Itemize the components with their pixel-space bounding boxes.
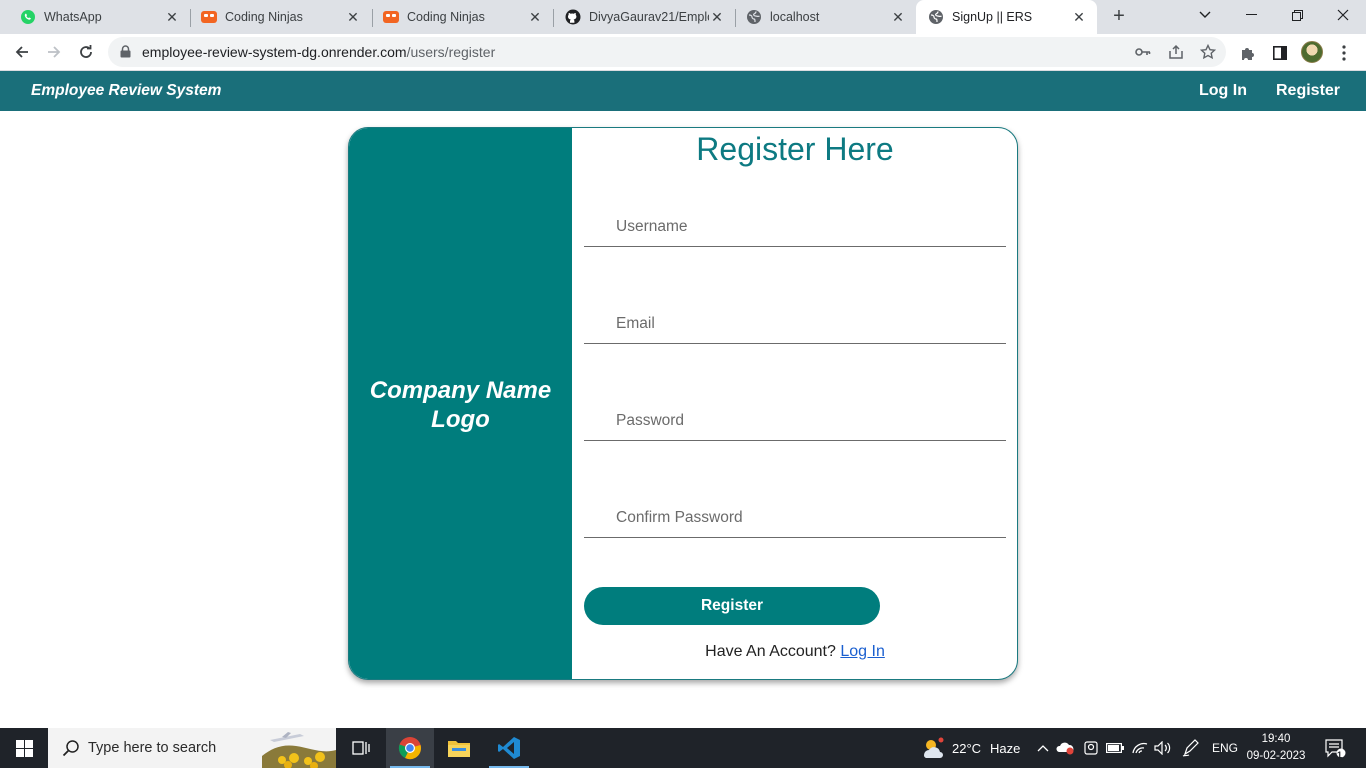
url-path: /users/register bbox=[406, 44, 496, 60]
tab-localhost[interactable]: localhost ✕ bbox=[726, 0, 916, 34]
vscode-taskbar-icon[interactable] bbox=[485, 728, 533, 768]
profile-avatar[interactable] bbox=[1301, 41, 1323, 63]
battery-icon[interactable] bbox=[1105, 738, 1125, 758]
close-icon[interactable]: ✕ bbox=[890, 9, 906, 25]
email-field-wrapper bbox=[584, 304, 1006, 344]
close-icon[interactable]: ✕ bbox=[164, 9, 180, 25]
windows-taskbar: Type here to search 22°C Haze ENG 19:40 … bbox=[0, 728, 1366, 770]
tab-whatsapp[interactable]: WhatsApp ✕ bbox=[0, 0, 190, 34]
have-account-row: Have An Account? Log In bbox=[572, 643, 1017, 661]
search-icon bbox=[62, 739, 80, 762]
login-link[interactable]: Log In bbox=[840, 643, 884, 660]
brand-title[interactable]: Employee Review System bbox=[31, 82, 221, 100]
close-icon[interactable]: ✕ bbox=[709, 9, 725, 25]
back-arrow-icon[interactable] bbox=[8, 38, 36, 66]
register-card: Company Name Logo Register Here Register… bbox=[348, 127, 1018, 680]
app-navbar: Employee Review System Log In Register bbox=[0, 71, 1366, 111]
confirm-password-field-wrapper bbox=[584, 498, 1006, 538]
nav-login-link[interactable]: Log In bbox=[1199, 82, 1247, 100]
weather-temperature[interactable]: 22°C bbox=[952, 741, 981, 756]
register-submit-button[interactable]: Register bbox=[584, 587, 880, 625]
close-icon[interactable]: ✕ bbox=[1071, 9, 1087, 25]
tab-title: localhost bbox=[770, 10, 820, 24]
logo-line-2: Logo bbox=[431, 405, 490, 433]
onedrive-error-icon[interactable] bbox=[1056, 738, 1076, 758]
tab-title: Coding Ninjas bbox=[407, 10, 485, 24]
company-logo-panel: Company Name Logo bbox=[349, 128, 572, 679]
show-hidden-icons-chevron-icon[interactable] bbox=[1033, 738, 1053, 758]
windows-start-icon[interactable] bbox=[0, 728, 48, 768]
tab-signup-active[interactable]: SignUp || ERS ✕ bbox=[916, 0, 1097, 34]
restore-icon[interactable] bbox=[1274, 0, 1320, 30]
system-clock[interactable]: 19:40 09-02-2023 bbox=[1240, 731, 1312, 765]
url-host: employee-review-system-dg.onrender.com bbox=[142, 44, 407, 60]
browser-tab-strip: WhatsApp ✕ Coding Ninjas ✕ Coding Ninjas… bbox=[0, 0, 1366, 34]
url-text: employee-review-system-dg.onrender.com/u… bbox=[142, 44, 495, 60]
globe-icon bbox=[928, 9, 944, 25]
notification-count-badge: 1 bbox=[1337, 750, 1343, 760]
address-bar[interactable]: employee-review-system-dg.onrender.com/u… bbox=[108, 37, 1226, 67]
file-explorer-icon[interactable] bbox=[435, 728, 483, 768]
tab-title: SignUp || ERS bbox=[952, 10, 1033, 24]
browser-toolbar: employee-review-system-dg.onrender.com/u… bbox=[0, 34, 1366, 71]
bookmark-star-icon[interactable] bbox=[1199, 43, 1217, 61]
lock-icon[interactable] bbox=[120, 45, 131, 63]
coding-ninjas-icon bbox=[201, 9, 217, 25]
forward-arrow-icon[interactable] bbox=[40, 38, 68, 66]
register-heading: Register Here bbox=[696, 131, 894, 167]
whatsapp-icon bbox=[20, 9, 36, 25]
new-tab-plus-icon[interactable]: + bbox=[1108, 5, 1130, 27]
username-field-wrapper bbox=[584, 207, 1006, 247]
meet-now-icon[interactable] bbox=[1081, 738, 1101, 758]
volume-icon[interactable] bbox=[1153, 738, 1173, 758]
tab-github[interactable]: DivyaGaurav21/Emplo ✕ bbox=[545, 0, 735, 34]
coding-ninjas-icon bbox=[383, 9, 399, 25]
wifi-icon[interactable] bbox=[1130, 738, 1150, 758]
github-icon bbox=[565, 9, 581, 25]
close-icon[interactable]: ✕ bbox=[345, 9, 361, 25]
company-logo-text: Company Name Logo bbox=[361, 376, 561, 434]
password-field-wrapper bbox=[584, 401, 1006, 441]
nav-register-link[interactable]: Register bbox=[1276, 82, 1340, 100]
notification-center-icon[interactable] bbox=[1323, 738, 1347, 758]
weather-description[interactable]: Haze bbox=[990, 741, 1020, 756]
chrome-taskbar-icon[interactable] bbox=[386, 728, 434, 768]
key-icon[interactable] bbox=[1134, 43, 1152, 61]
globe-icon bbox=[746, 9, 762, 25]
taskbar-search-box[interactable]: Type here to search bbox=[48, 728, 336, 770]
share-icon[interactable] bbox=[1167, 43, 1185, 61]
tab-title: Coding Ninjas bbox=[225, 10, 303, 24]
tab-title: DivyaGaurav21/Emplo bbox=[589, 10, 709, 24]
have-account-text: Have An Account? bbox=[705, 643, 836, 660]
tab-search-chevron-icon[interactable] bbox=[1182, 0, 1228, 30]
window-close-icon[interactable] bbox=[1320, 0, 1366, 30]
clock-time: 19:40 bbox=[1261, 733, 1291, 745]
tab-title: WhatsApp bbox=[44, 10, 102, 24]
task-view-icon[interactable] bbox=[337, 728, 385, 768]
side-panel-icon[interactable] bbox=[1269, 42, 1291, 64]
close-icon[interactable]: ✕ bbox=[527, 9, 543, 25]
tab-coding-ninjas-2[interactable]: Coding Ninjas ✕ bbox=[363, 0, 553, 34]
reload-icon[interactable] bbox=[72, 38, 100, 66]
confirm-password-input[interactable] bbox=[584, 498, 1006, 537]
logo-line-1: Company Name bbox=[369, 376, 552, 404]
kebab-menu-icon[interactable] bbox=[1333, 42, 1355, 64]
minimize-icon[interactable] bbox=[1228, 0, 1274, 30]
username-input[interactable] bbox=[584, 207, 1006, 246]
search-placeholder: Type here to search bbox=[88, 740, 217, 756]
pen-ink-icon[interactable] bbox=[1181, 738, 1201, 758]
weather-haze-icon[interactable] bbox=[920, 737, 946, 758]
extensions-puzzle-icon[interactable] bbox=[1237, 42, 1259, 64]
search-highlight-art-icon bbox=[262, 728, 336, 770]
clock-date: 09-02-2023 bbox=[1246, 750, 1306, 762]
language-indicator[interactable]: ENG bbox=[1212, 741, 1238, 755]
email-input[interactable] bbox=[584, 304, 1006, 343]
password-input[interactable] bbox=[584, 401, 1006, 440]
tab-coding-ninjas[interactable]: Coding Ninjas ✕ bbox=[181, 0, 371, 34]
